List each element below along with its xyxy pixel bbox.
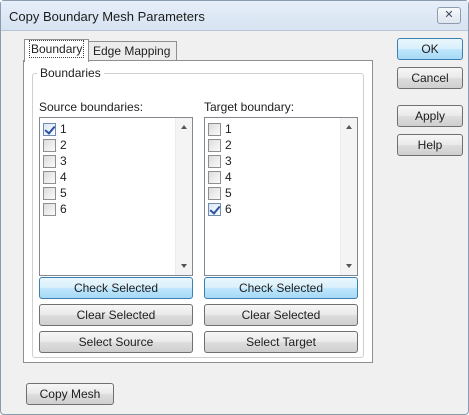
source-boundary-item-label: 5 [60,186,67,200]
checkbox-unchecked-icon[interactable] [43,138,56,152]
copy-mesh-button[interactable]: Copy Mesh [26,383,114,405]
target-boundary-item[interactable]: 4 [205,169,338,185]
target-boundary-item-label: 2 [225,138,232,152]
select-target-button[interactable]: Select Target [204,331,358,353]
source-list-scrollbar[interactable] [175,118,192,275]
window-title: Copy Boundary Mesh Parameters [9,9,205,24]
close-button[interactable]: ✕ [437,7,461,24]
checkbox-unchecked-icon[interactable] [43,202,56,216]
target-boundary-item-label: 4 [225,170,232,184]
checkbox-unchecked-icon[interactable] [43,186,56,200]
source-check-selected-button[interactable]: Check Selected [39,277,193,299]
target-boundary-label: Target boundary: [204,100,295,114]
checkbox-unchecked-icon[interactable] [208,154,221,168]
boundary-tab-panel: Boundaries Source boundaries: Target bou… [23,60,373,363]
source-boundary-item[interactable]: 2 [40,137,173,153]
scroll-up-arrow-icon[interactable] [181,125,187,129]
source-boundary-item-label: 1 [60,122,67,136]
help-button[interactable]: Help [397,134,463,156]
tab-edge-mapping[interactable]: Edge Mapping [86,41,178,61]
scroll-down-arrow-icon[interactable] [346,264,352,268]
checkbox-unchecked-icon[interactable] [208,170,221,184]
source-boundaries-label: Source boundaries: [39,100,144,114]
target-boundary-item[interactable]: 5 [205,185,338,201]
source-boundary-item[interactable]: 1 [40,121,173,137]
tab-boundary[interactable]: Boundary [24,39,90,62]
source-boundary-item[interactable]: 3 [40,153,173,169]
boundaries-group-label: Boundaries [37,66,104,80]
copy-boundary-mesh-dialog: Copy Boundary Mesh Parameters ✕ Boundary… [0,0,469,415]
ok-button[interactable]: OK [397,38,463,60]
target-boundary-item[interactable]: 3 [205,153,338,169]
target-boundary-item[interactable]: 6 [205,201,338,217]
source-boundary-item[interactable]: 5 [40,185,173,201]
source-boundary-item[interactable]: 6 [40,201,173,217]
tab-boundary-label: Boundary [28,40,85,58]
target-boundary-item-label: 5 [225,186,232,200]
target-boundary-item-label: 6 [225,202,232,216]
checkbox-checked-icon[interactable] [43,122,56,136]
scroll-down-arrow-icon[interactable] [181,264,187,268]
boundaries-group: Boundaries Source boundaries: Target bou… [32,66,364,358]
tab-edge-mapping-label: Edge Mapping [93,44,171,58]
checkbox-checked-icon[interactable] [208,202,221,216]
source-boundary-item[interactable]: 4 [40,169,173,185]
target-boundary-item[interactable]: 2 [205,137,338,153]
checkbox-unchecked-icon[interactable] [43,154,56,168]
source-boundary-item-label: 3 [60,154,67,168]
target-boundary-item-label: 1 [225,122,232,136]
close-icon: ✕ [444,9,454,21]
target-clear-selected-button[interactable]: Clear Selected [204,304,358,326]
target-check-selected-button[interactable]: Check Selected [204,277,358,299]
target-boundary-list[interactable]: 1 2 3 4 5 6 [204,117,358,276]
checkbox-unchecked-icon[interactable] [208,122,221,136]
source-boundary-item-label: 6 [60,202,67,216]
cancel-button[interactable]: Cancel [397,67,463,89]
source-boundary-item-label: 4 [60,170,67,184]
source-clear-selected-button[interactable]: Clear Selected [39,304,193,326]
source-boundaries-list[interactable]: 1 2 3 4 5 6 [39,117,193,276]
target-boundary-item-label: 3 [225,154,232,168]
checkbox-unchecked-icon[interactable] [208,186,221,200]
checkbox-unchecked-icon[interactable] [43,170,56,184]
target-list-scrollbar[interactable] [340,118,357,275]
target-boundary-item[interactable]: 1 [205,121,338,137]
select-source-button[interactable]: Select Source [39,331,193,353]
scroll-up-arrow-icon[interactable] [346,125,352,129]
apply-button[interactable]: Apply [397,105,463,127]
title-bar[interactable]: Copy Boundary Mesh Parameters ✕ [1,1,468,31]
checkbox-unchecked-icon[interactable] [208,138,221,152]
source-boundary-item-label: 2 [60,138,67,152]
